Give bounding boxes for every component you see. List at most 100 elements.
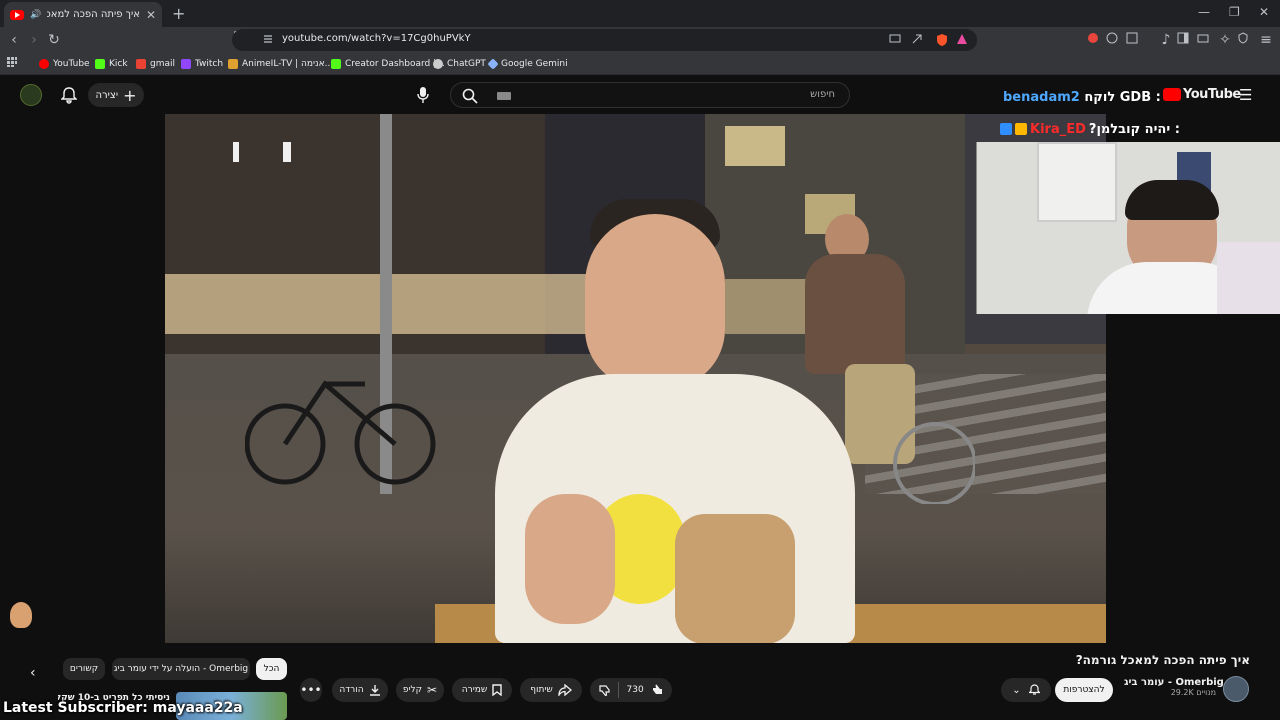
gdb-user: benadam2 xyxy=(1003,90,1080,105)
leo-ai-icon[interactable]: ✧ xyxy=(1217,32,1233,48)
youtube-header: יצירה + חיפוש benadam2 לוקח GDB : YouTub… xyxy=(0,76,1280,114)
cast-icon[interactable] xyxy=(889,33,903,47)
minimize-icon[interactable]: — xyxy=(1198,5,1210,19)
bookmark-gemini[interactable]: Google Gemini xyxy=(487,57,568,71)
crown-badge-icon xyxy=(1015,123,1027,135)
brave-shield-icon[interactable] xyxy=(935,33,949,47)
plus-icon: + xyxy=(123,85,137,105)
channel-info: עומר ביג - Omerbig 29.2K מנויים xyxy=(1124,677,1224,697)
youtube-logo-text: YouTube xyxy=(1183,87,1241,102)
subscriber-count: 29.2K מנויים xyxy=(1170,688,1216,697)
like-icon[interactable] xyxy=(651,684,663,696)
site-info-icon[interactable] xyxy=(262,33,276,47)
forward-icon[interactable]: › xyxy=(26,32,42,48)
like-count[interactable]: 730 xyxy=(627,685,644,695)
bookmark-youtube[interactable]: YouTube xyxy=(39,57,90,71)
kick-icon xyxy=(331,59,341,69)
close-window-icon[interactable]: ✕ xyxy=(1259,5,1269,19)
address-bar[interactable]: youtube.com/watch?v=17Cg0huPVkY xyxy=(232,29,977,51)
browser-tab[interactable]: 🔊 איך פיתה הפכה למאכל גורמה? ✕ xyxy=(4,2,162,27)
bookmark-creator-dashboard[interactable]: Creator Dashboard |... xyxy=(331,57,445,71)
subscribe-button[interactable]: להצטרפות xyxy=(1055,678,1113,702)
animeil-icon xyxy=(228,59,238,69)
youtube-icon xyxy=(39,59,49,69)
chatgpt-icon xyxy=(433,59,443,69)
microphone-icon[interactable] xyxy=(417,86,429,104)
hamburger-menu-icon[interactable]: ☰ xyxy=(1239,86,1252,104)
save-bookmark-icon xyxy=(492,684,502,696)
youtube-logo-icon xyxy=(1163,88,1181,101)
gmail-icon xyxy=(136,59,146,69)
browser-tab-bar: 🔊 איך פיתה הפכה למאכל גורמה? ✕ + — ❐ ✕ xyxy=(0,0,1280,27)
avatar[interactable] xyxy=(20,84,42,106)
download-icon xyxy=(369,685,380,696)
chip-label: קשורים xyxy=(69,664,99,674)
notification-toggle-button[interactable]: ⌄ xyxy=(1001,678,1051,702)
question-text: ?יהיה קובלמן : xyxy=(1088,121,1180,137)
browser-menu-icon[interactable]: ≡ xyxy=(1258,32,1274,48)
sidebar-icon[interactable] xyxy=(1177,32,1193,48)
gdb-overlay: benadam2 לוקח GDB : xyxy=(1003,90,1161,105)
channel-name[interactable]: עומר ביג - Omerbig xyxy=(1124,677,1224,688)
extension-box-icon[interactable] xyxy=(1126,32,1142,48)
new-tab-icon[interactable]: + xyxy=(172,4,185,23)
create-button[interactable]: יצירה + xyxy=(88,83,144,107)
bookmarks-bar: YouTube Kick gmail Twitch AnimeIL-TV | א… xyxy=(0,53,1280,75)
chip-label: הכל xyxy=(263,664,280,674)
keyboard-icon[interactable] xyxy=(497,92,511,100)
notifications-bell-icon[interactable] xyxy=(61,86,77,104)
more-dots-icon: ••• xyxy=(300,683,322,697)
share-label: שיתוף xyxy=(530,685,553,695)
share-button[interactable]: שיתוף xyxy=(520,678,582,702)
download-button[interactable]: הורדה xyxy=(332,678,388,702)
restore-icon[interactable]: ❐ xyxy=(1229,5,1240,19)
channel-avatar[interactable] xyxy=(1223,676,1249,702)
create-label: יצירה xyxy=(95,89,119,101)
subscribe-label: להצטרפות xyxy=(1063,685,1105,695)
bookmark-twitch[interactable]: Twitch xyxy=(181,57,223,71)
back-icon[interactable]: ‹ xyxy=(6,32,22,48)
chips-prev-icon[interactable]: ‹ xyxy=(30,665,36,681)
vpn-shield-icon[interactable] xyxy=(1237,32,1253,48)
extension-circle-icon[interactable] xyxy=(1106,32,1122,48)
speaker-icon[interactable]: 🔊 xyxy=(30,10,41,20)
badge-icon xyxy=(1000,123,1012,135)
more-actions-button[interactable]: ••• xyxy=(300,678,322,702)
tab-title: איך פיתה הפכה למאכל גורמה? xyxy=(47,9,140,20)
wallet-icon[interactable] xyxy=(1197,32,1213,48)
chip-all[interactable]: הכל xyxy=(256,658,287,680)
latest-subscriber-overlay: Latest Subscriber: mayaaa22a xyxy=(3,700,243,716)
save-button[interactable]: שמירה xyxy=(452,678,512,702)
extension-record-icon[interactable] xyxy=(1087,32,1103,48)
divider xyxy=(618,682,620,698)
bookmark-label: Creator Dashboard |... xyxy=(345,59,445,69)
bookmark-label: YouTube xyxy=(53,59,90,69)
bookmark-label: Google Gemini xyxy=(501,59,568,69)
apps-grid-icon[interactable] xyxy=(6,56,22,72)
search-icon[interactable] xyxy=(462,88,478,104)
reload-icon[interactable]: ↻ xyxy=(46,32,62,48)
close-tab-icon[interactable]: ✕ xyxy=(146,8,156,22)
youtube-logo[interactable]: YouTube xyxy=(1163,87,1241,102)
video-player[interactable] xyxy=(165,114,1106,643)
url-text: youtube.com/watch?v=17Cg0huPVkY xyxy=(282,33,471,44)
search-input[interactable]: חיפוש xyxy=(810,89,835,100)
question-overlay: Kira_ED ?יהיה קובלמן : xyxy=(1000,120,1180,138)
brave-rewards-icon[interactable] xyxy=(956,33,970,47)
chip-uploaded-by[interactable]: הועלה על ידי עומר ביג - Omerbig xyxy=(112,658,250,680)
search-bar[interactable]: חיפוש xyxy=(450,82,850,108)
chip-related[interactable]: קשורים xyxy=(63,658,105,680)
media-music-icon[interactable]: ♪ xyxy=(1158,32,1174,48)
clip-button[interactable]: קליפ ✂ xyxy=(396,678,444,702)
bookmark-animeil[interactable]: AnimeIL-TV | אנימה... xyxy=(228,57,333,71)
browser-toolbar: ‹ › ↻ youtube.com/watch?v=17Cg0huPVkY ♪ … xyxy=(0,27,1280,53)
gemini-icon xyxy=(487,58,499,70)
bookmark-chatgpt[interactable]: ChatGPT xyxy=(433,57,486,71)
share-page-icon[interactable] xyxy=(911,33,925,47)
bookmark-gmail[interactable]: gmail xyxy=(136,57,175,71)
clip-label: קליפ xyxy=(402,685,423,695)
bookmark-kick[interactable]: Kick xyxy=(95,57,128,71)
gdb-text: לוקח GDB : xyxy=(1084,90,1161,105)
share-icon xyxy=(558,684,572,696)
dislike-icon[interactable] xyxy=(599,684,611,696)
